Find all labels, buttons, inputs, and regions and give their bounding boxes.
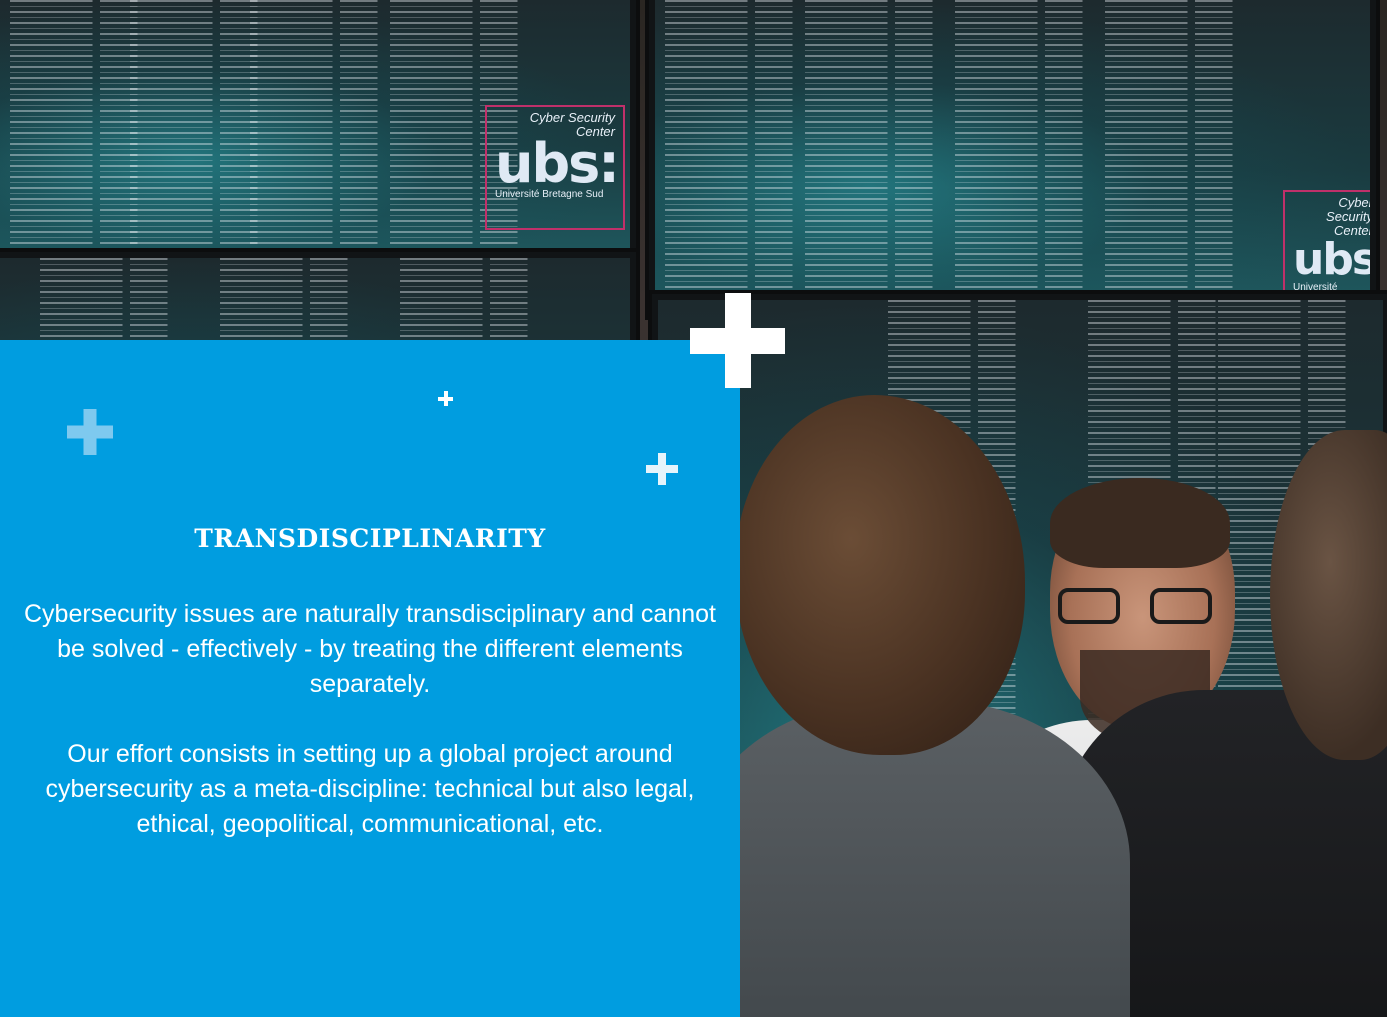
section-title: TRANSDISCIPLINARITY xyxy=(194,524,546,553)
glasses-icon xyxy=(1058,588,1218,628)
ubs-logo: Cyber Security Center ubs: Université Br… xyxy=(485,105,625,230)
plus-icon xyxy=(67,409,113,455)
logo-text: Cyber Security xyxy=(529,110,615,125)
person-hair xyxy=(1050,478,1230,568)
logo-wordmark: ubs: xyxy=(1293,234,1370,285)
monitor: Cyber Security Center ubs: Université Br… xyxy=(645,0,1380,320)
ubs-logo: Cyber Security Center ubs: Université Br… xyxy=(1283,190,1370,305)
monitor: Cyber Security Center ubs: Université Br… xyxy=(0,0,640,275)
logo-text: Cyber Security xyxy=(1326,195,1370,224)
logo-wordmark: ubs: xyxy=(495,132,620,195)
plus-icon xyxy=(438,391,453,406)
plus-icon xyxy=(690,293,785,388)
plus-icon xyxy=(646,453,678,485)
section-paragraph: Our effort consists in setting up a glob… xyxy=(45,740,695,838)
logo-text: Université Bretagne Sud xyxy=(495,189,604,200)
section-paragraph: Cybersecurity issues are naturally trans… xyxy=(24,600,716,698)
